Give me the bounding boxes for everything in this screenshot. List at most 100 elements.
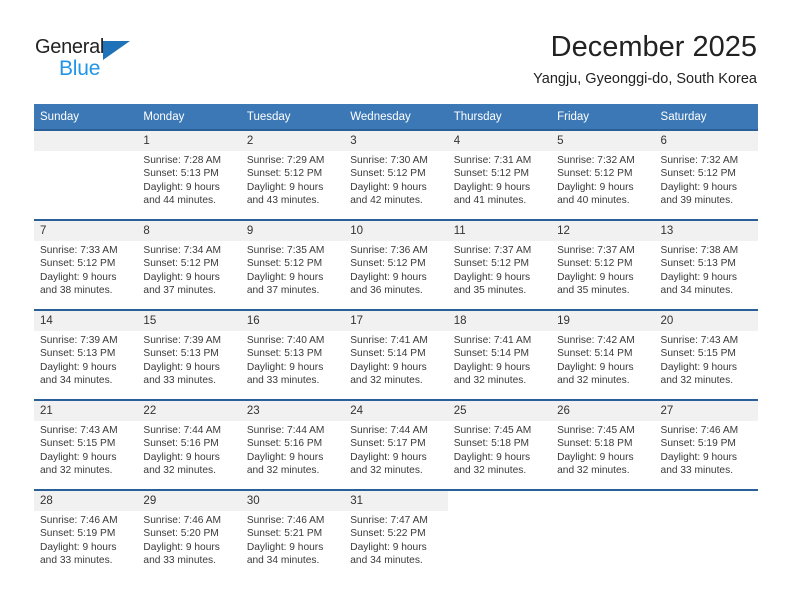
calendar-day-cell[interactable]: 1 Sunrise: 7:28 AM Sunset: 5:13 PM Daylight… [137, 129, 241, 220]
daylight-text-line1: Daylight: 9 hours [246, 271, 324, 283]
day-number: 10 [344, 221, 448, 241]
page-subtitle: Yangju, Gyeonggi-do, South Korea [533, 71, 757, 87]
daylight-text-line2: and 43 minutes. [246, 194, 320, 206]
calendar-day-cell[interactable]: 7 Sunrise: 7:33 AM Sunset: 5:12 PM Daylight… [34, 219, 138, 310]
calendar-day-cell[interactable]: 3 Sunrise: 7:30 AM Sunset: 5:12 PM Daylight… [344, 129, 448, 220]
day-details: Sunrise: 7:45 AM Sunset: 5:18 PM Daylight:… [448, 421, 551, 477]
sunrise-text: Sunrise: 7:37 AM [453, 245, 532, 256]
calendar-day-cell[interactable]: 12 Sunrise: 7:37 AM Sunset: 5:12 PM Dayligh… [551, 219, 655, 310]
calendar-day-cell[interactable]: 10 Sunrise: 7:36 AM Sunset: 5:12 PM Dayligh… [344, 219, 448, 310]
calendar-day-cell[interactable]: 31 Sunrise: 7:47 AM Sunset: 5:22 PM Dayligh… [344, 489, 448, 583]
sunrise-text: Sunrise: 7:40 AM [246, 335, 325, 346]
sunrise-text: Sunrise: 7:43 AM [660, 335, 739, 346]
day-details: Sunrise: 7:41 AM Sunset: 5:14 PM Daylight:… [344, 331, 447, 387]
daylight-text-line2: and 39 minutes. [660, 194, 734, 206]
daylight-text-line2: and 33 minutes. [660, 464, 734, 476]
day-details: Sunrise: 7:38 AM Sunset: 5:13 PM Daylight:… [655, 241, 758, 297]
day-details: Sunrise: 7:43 AM Sunset: 5:15 PM Daylight:… [655, 331, 758, 387]
sunset-text: Sunset: 5:12 PM [143, 258, 219, 270]
calendar-day-cell[interactable]: 24 Sunrise: 7:44 AM Sunset: 5:17 PM Dayligh… [344, 399, 448, 490]
day-number: 2 [240, 131, 345, 151]
title-block: December 2025 Yangju, Gyeonggi-do, South… [533, 30, 757, 89]
sunset-text: Sunset: 5:12 PM [350, 168, 426, 180]
calendar-day-cell[interactable]: 29 Sunrise: 7:46 AM Sunset: 5:20 PM Dayligh… [137, 489, 241, 583]
calendar-day-cell[interactable]: 13 Sunrise: 7:38 AM Sunset: 5:13 PM Dayligh… [654, 219, 758, 310]
day-number: 6 [654, 131, 758, 151]
daylight-text-line1: Daylight: 9 hours [453, 271, 531, 283]
calendar-day-cell[interactable]: 22 Sunrise: 7:44 AM Sunset: 5:16 PM Dayligh… [137, 399, 241, 490]
sunset-text: Sunset: 5:12 PM [453, 258, 530, 270]
calendar-day-cell[interactable]: 30 Sunrise: 7:46 AM Sunset: 5:21 PM Dayligh… [240, 489, 345, 583]
sunset-text: Sunset: 5:12 PM [660, 168, 736, 180]
calendar-day-cell[interactable]: 16 Sunrise: 7:40 AM Sunset: 5:13 PM Dayligh… [240, 309, 345, 400]
daylight-text-line1: Daylight: 9 hours [246, 361, 324, 373]
day-details: Sunrise: 7:34 AM Sunset: 5:12 PM Daylight:… [137, 241, 240, 297]
daylight-text-line2: and 32 minutes. [453, 464, 527, 476]
calendar-day-cell[interactable]: 11 Sunrise: 7:37 AM Sunset: 5:12 PM Dayligh… [447, 219, 552, 310]
sunset-text: Sunset: 5:15 PM [40, 438, 116, 450]
calendar-day-cell[interactable]: 6 Sunrise: 7:32 AM Sunset: 5:12 PM Daylight… [654, 129, 758, 220]
daylight-text-line1: Daylight: 9 hours [660, 451, 737, 463]
sunrise-text: Sunrise: 7:31 AM [453, 155, 532, 166]
sunset-text: Sunset: 5:17 PM [350, 438, 426, 450]
calendar-day-cell[interactable]: 25 Sunrise: 7:45 AM Sunset: 5:18 PM Dayligh… [447, 399, 552, 490]
daylight-text-line2: and 33 minutes. [246, 374, 320, 386]
day-number [34, 131, 138, 151]
day-details: Sunrise: 7:37 AM Sunset: 5:12 PM Daylight:… [448, 241, 551, 297]
day-number: 5 [551, 131, 655, 151]
day-details: Sunrise: 7:35 AM Sunset: 5:12 PM Daylight:… [241, 241, 344, 297]
sunrise-text: Sunrise: 7:30 AM [350, 155, 428, 166]
daylight-text-line1: Daylight: 9 hours [40, 451, 117, 463]
sunset-text: Sunset: 5:13 PM [143, 168, 219, 180]
calendar-day-cell[interactable]: 14 Sunrise: 7:39 AM Sunset: 5:13 PM Dayligh… [34, 309, 138, 400]
sunrise-text: Sunrise: 7:32 AM [557, 155, 635, 166]
daylight-text-line2: and 32 minutes. [246, 464, 320, 476]
sunset-text: Sunset: 5:19 PM [660, 438, 736, 450]
day-number: 4 [447, 131, 552, 151]
day-number: 14 [34, 311, 138, 331]
sunrise-text: Sunrise: 7:37 AM [557, 245, 635, 256]
sunrise-text: Sunrise: 7:43 AM [40, 425, 118, 436]
day-details: Sunrise: 7:32 AM Sunset: 5:12 PM Daylight:… [551, 151, 654, 207]
calendar-day-cell[interactable]: 5 Sunrise: 7:32 AM Sunset: 5:12 PM Daylight… [551, 129, 655, 220]
day-number: 22 [137, 401, 241, 421]
sunrise-text: Sunrise: 7:44 AM [246, 425, 325, 436]
day-details: Sunrise: 7:39 AM Sunset: 5:13 PM Daylight:… [34, 331, 137, 387]
day-number: 24 [344, 401, 448, 421]
day-details: Sunrise: 7:44 AM Sunset: 5:16 PM Daylight:… [137, 421, 240, 477]
calendar-day-cell[interactable]: 27 Sunrise: 7:46 AM Sunset: 5:19 PM Dayligh… [654, 399, 758, 490]
sunset-text: Sunset: 5:18 PM [557, 438, 633, 450]
logo-triangle-icon [103, 41, 130, 60]
calendar-day-cell[interactable]: 9 Sunrise: 7:35 AM Sunset: 5:12 PM Daylight… [240, 219, 345, 310]
daylight-text-line1: Daylight: 9 hours [557, 361, 634, 373]
calendar-day-cell[interactable]: 2 Sunrise: 7:29 AM Sunset: 5:12 PM Daylight… [240, 129, 345, 220]
daylight-text-line1: Daylight: 9 hours [660, 181, 737, 193]
sunset-text: Sunset: 5:14 PM [557, 348, 633, 360]
calendar-day-cell[interactable]: 18 Sunrise: 7:41 AM Sunset: 5:14 PM Dayligh… [447, 309, 552, 400]
day-number: 13 [654, 221, 758, 241]
calendar-day-cell[interactable]: 15 Sunrise: 7:39 AM Sunset: 5:13 PM Dayligh… [137, 309, 241, 400]
calendar-day-cell[interactable]: 28 Sunrise: 7:46 AM Sunset: 5:19 PM Dayligh… [34, 489, 138, 583]
generalblue-logo: General Blue [35, 36, 155, 84]
calendar-day-cell[interactable]: 8 Sunrise: 7:34 AM Sunset: 5:12 PM Daylight… [137, 219, 241, 310]
calendar-day-cell[interactable]: 26 Sunrise: 7:45 AM Sunset: 5:18 PM Dayligh… [551, 399, 655, 490]
calendar-day-cell[interactable]: 17 Sunrise: 7:41 AM Sunset: 5:14 PM Dayligh… [344, 309, 448, 400]
daylight-text-line1: Daylight: 9 hours [40, 361, 117, 373]
calendar-day-cell[interactable]: 20 Sunrise: 7:43 AM Sunset: 5:15 PM Dayligh… [654, 309, 758, 400]
calendar-day-cell[interactable]: 23 Sunrise: 7:44 AM Sunset: 5:16 PM Dayligh… [240, 399, 345, 490]
daylight-text-line2: and 35 minutes. [557, 284, 630, 296]
calendar-empty-cell[interactable] [34, 129, 138, 220]
calendar-day-cell[interactable]: 4 Sunrise: 7:31 AM Sunset: 5:12 PM Daylight… [447, 129, 552, 220]
calendar-week-row: 14 Sunrise: 7:39 AM Sunset: 5:13 PM Dayligh… [34, 309, 758, 400]
weekday-header-wednesday: Wednesday [344, 104, 448, 130]
calendar-day-cell[interactable]: 21 Sunrise: 7:43 AM Sunset: 5:15 PM Dayligh… [34, 399, 138, 490]
calendar-empty-cell [551, 489, 655, 583]
day-details: Sunrise: 7:33 AM Sunset: 5:12 PM Daylight:… [34, 241, 137, 297]
day-details: Sunrise: 7:37 AM Sunset: 5:12 PM Daylight:… [551, 241, 654, 297]
daylight-text-line2: and 32 minutes. [557, 464, 630, 476]
calendar-day-cell[interactable]: 19 Sunrise: 7:42 AM Sunset: 5:14 PM Dayligh… [551, 309, 655, 400]
sunrise-text: Sunrise: 7:45 AM [557, 425, 635, 436]
sunrise-text: Sunrise: 7:36 AM [350, 245, 428, 256]
day-details: Sunrise: 7:42 AM Sunset: 5:14 PM Daylight:… [551, 331, 654, 387]
sunset-text: Sunset: 5:12 PM [557, 168, 633, 180]
